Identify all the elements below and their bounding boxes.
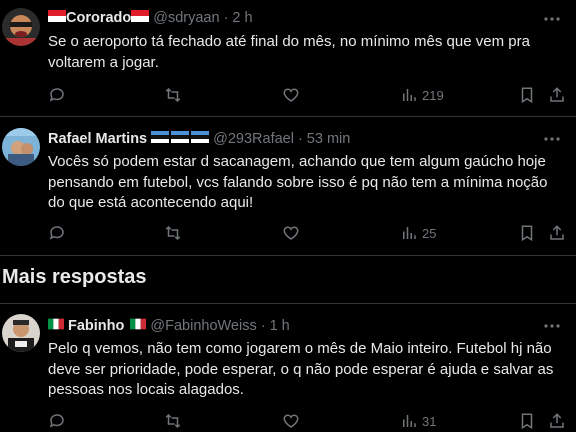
heart-icon	[283, 414, 299, 428]
more-options-icon[interactable]	[542, 132, 562, 146]
bookmark-icon	[521, 87, 533, 104]
separator-dot: ·	[260, 318, 266, 334]
reply-icon	[49, 88, 64, 102]
timestamp[interactable]: 1 h	[270, 318, 290, 334]
reply-icon	[49, 414, 64, 428]
divider	[0, 116, 576, 117]
reply-button[interactable]	[48, 86, 66, 104]
repost-button[interactable]	[164, 86, 182, 104]
heart-icon	[283, 88, 299, 102]
views-button[interactable]: 219	[400, 86, 444, 104]
bookmark-icon	[521, 225, 533, 242]
flag-italy-icon	[130, 318, 147, 334]
views-button[interactable]: 31	[400, 412, 436, 430]
more-options-icon[interactable]	[542, 319, 562, 333]
views-chart-icon	[403, 415, 416, 427]
views-chart-icon	[403, 227, 416, 239]
repost-icon	[165, 225, 181, 241]
bookmark-icon	[521, 413, 533, 430]
like-button[interactable]	[282, 86, 300, 104]
tweet-text: Pelo q vemos, não tem como jogarem o mês…	[48, 340, 554, 398]
share-button[interactable]	[548, 224, 566, 242]
bookmark-button[interactable]	[518, 412, 536, 430]
share-icon	[550, 87, 564, 102]
tweet-actions: 31	[0, 412, 576, 432]
flag-estonia-icon	[171, 131, 190, 147]
bookmark-button[interactable]	[518, 86, 536, 104]
divider	[0, 255, 576, 256]
reply-icon	[49, 226, 64, 240]
timestamp[interactable]: 2 h	[232, 10, 252, 26]
display-name[interactable]: Fabinho	[68, 318, 124, 334]
user-handle[interactable]: @293Rafael	[213, 131, 294, 147]
views-button[interactable]: 25	[400, 224, 436, 242]
reply-button[interactable]	[48, 412, 66, 430]
timestamp[interactable]: 53 min	[307, 131, 351, 147]
flag-estonia-icon	[151, 131, 170, 147]
avatar[interactable]	[2, 314, 40, 352]
flag-indonesia-icon	[48, 10, 66, 26]
display-name[interactable]: Rafael Martins	[48, 131, 147, 147]
bookmark-button[interactable]	[518, 224, 536, 242]
like-button[interactable]	[282, 412, 300, 430]
share-icon	[550, 225, 564, 240]
tweet-actions: 25	[0, 224, 576, 244]
repost-button[interactable]	[164, 224, 182, 242]
separator-dot: ·	[297, 131, 303, 147]
heart-icon	[283, 226, 299, 240]
divider	[0, 303, 576, 304]
avatar[interactable]	[2, 128, 40, 166]
views-chart-icon	[403, 89, 416, 101]
flag-italy-icon	[48, 318, 64, 334]
avatar[interactable]	[2, 8, 40, 46]
reply-button[interactable]	[48, 224, 66, 242]
views-count: 25	[422, 225, 437, 241]
separator-dot: ·	[223, 10, 229, 26]
tweet-text: Vocês só podem estar d sacanagem, achand…	[48, 153, 548, 211]
repost-icon	[165, 413, 181, 429]
display-name[interactable]: Cororado	[66, 10, 131, 26]
repost-icon	[165, 87, 181, 103]
views-count: 219	[422, 87, 444, 103]
share-button[interactable]	[548, 412, 566, 430]
repost-button[interactable]	[164, 412, 182, 430]
views-count: 31	[422, 413, 437, 429]
more-replies-heading: Mais respostas	[2, 266, 147, 288]
flag-estonia-icon	[191, 131, 210, 147]
more-options-icon[interactable]	[542, 12, 562, 26]
tweet-actions: 219	[0, 86, 576, 106]
flag-indonesia-icon	[131, 10, 150, 26]
share-icon	[550, 413, 564, 428]
share-button[interactable]	[548, 86, 566, 104]
tweet-text: Se o aeroporto tá fechado até final do m…	[48, 33, 530, 71]
user-handle[interactable]: @FabinhoWeiss	[150, 318, 256, 334]
like-button[interactable]	[282, 224, 300, 242]
user-handle[interactable]: @sdryaan	[153, 10, 219, 26]
